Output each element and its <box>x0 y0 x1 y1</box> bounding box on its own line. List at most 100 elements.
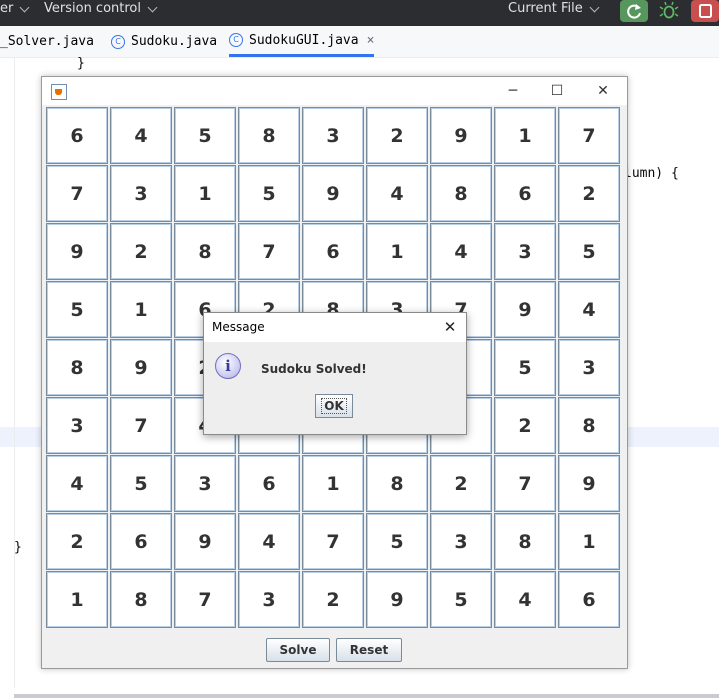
sudoku-cell[interactable]: 9 <box>558 455 620 512</box>
sudoku-cell[interactable]: 5 <box>110 455 172 512</box>
sudoku-cell[interactable]: 4 <box>238 513 300 570</box>
run-config-selector[interactable]: Current File <box>508 0 600 26</box>
sudoku-cell[interactable]: 2 <box>430 455 492 512</box>
maximize-button[interactable]: ☐ <box>542 81 572 101</box>
sudoku-cell[interactable]: 9 <box>430 107 492 164</box>
sudoku-cell[interactable]: 4 <box>110 107 172 164</box>
sudoku-cell[interactable]: 1 <box>366 223 428 280</box>
sudoku-cell[interactable]: 2 <box>558 165 620 222</box>
sudoku-cell[interactable]: 8 <box>110 571 172 628</box>
minimize-button[interactable]: ─ <box>498 81 528 101</box>
sudoku-cell[interactable]: 9 <box>494 281 556 338</box>
sudoku-cell[interactable]: 2 <box>494 397 556 454</box>
tab-sudoku[interactable]: C Sudoku.java <box>111 26 217 57</box>
code-brace-bottom: } <box>14 540 22 555</box>
information-icon: i <box>215 353 241 379</box>
sudoku-cell[interactable]: 9 <box>366 571 428 628</box>
sudoku-cell[interactable]: 5 <box>366 513 428 570</box>
sudoku-cell[interactable]: 9 <box>110 339 172 396</box>
sudoku-cell[interactable]: 3 <box>558 339 620 396</box>
sudoku-cell[interactable]: 5 <box>238 165 300 222</box>
sudoku-cell[interactable]: 3 <box>494 223 556 280</box>
sudoku-cell[interactable]: 4 <box>46 455 108 512</box>
sudoku-cell[interactable]: 1 <box>558 513 620 570</box>
version-control-menu[interactable]: Version control <box>44 0 158 26</box>
sudoku-cell[interactable]: 7 <box>46 165 108 222</box>
sudoku-cell[interactable]: 4 <box>366 165 428 222</box>
sudoku-cell[interactable]: 1 <box>494 107 556 164</box>
sudoku-cell[interactable]: 9 <box>174 513 236 570</box>
tab-sudokugui[interactable]: C SudokuGUI.java × <box>229 26 375 57</box>
sudoku-cell[interactable]: 1 <box>46 571 108 628</box>
sudoku-cell[interactable]: 9 <box>46 223 108 280</box>
sudoku-cell[interactable]: 5 <box>558 223 620 280</box>
sudoku-cell[interactable]: 8 <box>366 455 428 512</box>
sudoku-cell[interactable]: 5 <box>494 339 556 396</box>
sudoku-cell[interactable]: 7 <box>558 107 620 164</box>
sudoku-cell[interactable]: 8 <box>430 165 492 222</box>
debug-button[interactable] <box>657 0 681 22</box>
sudoku-cell[interactable]: 7 <box>494 455 556 512</box>
sudoku-cell[interactable]: 1 <box>302 455 364 512</box>
tab-label: Sudoku.java <box>131 34 218 49</box>
sudoku-cell[interactable]: 8 <box>558 397 620 454</box>
sudoku-cell[interactable]: 6 <box>238 455 300 512</box>
class-icon: C <box>111 34 125 49</box>
sudoku-cell[interactable]: 6 <box>110 513 172 570</box>
main-menu-label: er <box>0 1 14 16</box>
horizontal-scrollbar[interactable] <box>14 694 719 698</box>
sudoku-cell[interactable]: 9 <box>302 165 364 222</box>
java-app-icon <box>51 84 67 100</box>
sudoku-cell[interactable]: 1 <box>110 281 172 338</box>
close-window-button[interactable]: ✕ <box>588 81 618 101</box>
sudoku-cell[interactable]: 1 <box>174 165 236 222</box>
chevron-down-icon <box>589 2 600 13</box>
sudoku-cell[interactable]: 3 <box>430 513 492 570</box>
stop-icon <box>699 4 712 18</box>
sudoku-cell[interactable]: 6 <box>46 107 108 164</box>
sudoku-cell[interactable]: 8 <box>46 339 108 396</box>
solve-button[interactable]: Solve <box>266 638 330 662</box>
sudoku-cell[interactable]: 6 <box>494 165 556 222</box>
sudoku-cell[interactable]: 2 <box>110 223 172 280</box>
bug-icon <box>659 1 679 19</box>
tab-label: SudokuGUI.java <box>249 32 359 48</box>
sudoku-cell[interactable]: 2 <box>302 571 364 628</box>
sudoku-cell[interactable]: 3 <box>302 107 364 164</box>
gutter-separator <box>14 58 15 688</box>
close-icon[interactable]: ✕ <box>440 318 460 336</box>
sudoku-cell[interactable]: 5 <box>430 571 492 628</box>
tab-solver[interactable]: _Solver.java <box>0 26 94 57</box>
sudoku-cell[interactable]: 8 <box>174 223 236 280</box>
class-icon: C <box>229 33 243 47</box>
sudoku-cell[interactable]: 4 <box>558 281 620 338</box>
sudoku-cell[interactable]: 7 <box>174 571 236 628</box>
main-menu[interactable]: er <box>0 0 30 26</box>
close-tab-icon[interactable]: × <box>367 33 375 48</box>
sudoku-cell[interactable]: 7 <box>110 397 172 454</box>
sudoku-cell[interactable]: 3 <box>174 455 236 512</box>
sudoku-cell[interactable]: 3 <box>46 397 108 454</box>
code-param-fragment: lumn) { <box>624 166 679 181</box>
rerun-button[interactable] <box>620 0 648 22</box>
dialog-titlebar[interactable]: Message ✕ <box>204 313 466 342</box>
window-titlebar[interactable]: ─ ☐ ✕ <box>42 77 627 105</box>
code-brace-top: } <box>77 56 85 71</box>
sudoku-cell[interactable]: 2 <box>46 513 108 570</box>
stop-button[interactable] <box>691 0 719 22</box>
sudoku-cell[interactable]: 3 <box>110 165 172 222</box>
reset-button[interactable]: Reset <box>336 638 402 662</box>
sudoku-cell[interactable]: 4 <box>430 223 492 280</box>
sudoku-cell[interactable]: 5 <box>46 281 108 338</box>
sudoku-cell[interactable]: 3 <box>238 571 300 628</box>
sudoku-cell[interactable]: 2 <box>366 107 428 164</box>
sudoku-cell[interactable]: 8 <box>238 107 300 164</box>
sudoku-cell[interactable]: 4 <box>494 571 556 628</box>
sudoku-cell[interactable]: 5 <box>174 107 236 164</box>
ok-button[interactable]: OK <box>315 394 353 418</box>
sudoku-cell[interactable]: 7 <box>238 223 300 280</box>
sudoku-cell[interactable]: 6 <box>558 571 620 628</box>
sudoku-cell[interactable]: 6 <box>302 223 364 280</box>
sudoku-cell[interactable]: 7 <box>302 513 364 570</box>
sudoku-cell[interactable]: 8 <box>494 513 556 570</box>
